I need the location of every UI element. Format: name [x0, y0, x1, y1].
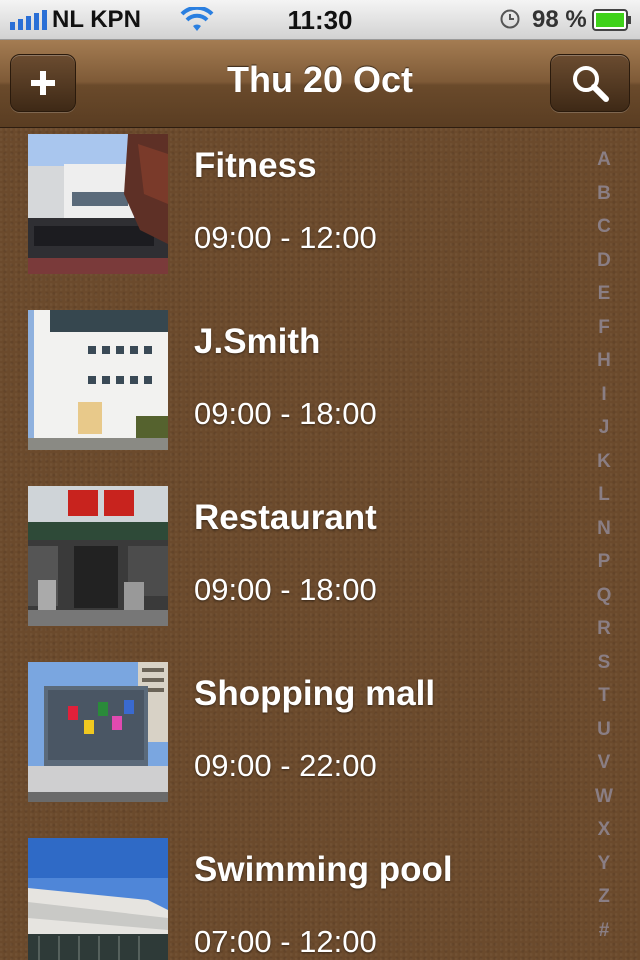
item-hours: 09:00 - 18:00 [194, 572, 377, 607]
item-hours: 07:00 - 12:00 [194, 924, 377, 959]
index-letter[interactable]: H [597, 351, 611, 370]
navigation-bar: Thu 20 Oct [0, 40, 640, 128]
item-title: Shopping mall [194, 674, 436, 713]
index-letter[interactable]: J [599, 418, 610, 437]
item-hours: 09:00 - 22:00 [194, 748, 377, 783]
index-letter[interactable]: U [597, 720, 611, 739]
location-list[interactable]: Fitness 09:00 - 12:00 J.Smith 09:00 - 18… [0, 128, 640, 960]
battery-icon [592, 9, 631, 31]
index-letter[interactable]: Q [597, 586, 612, 605]
index-letter[interactable]: Z [598, 887, 610, 906]
index-letter[interactable]: I [601, 385, 606, 404]
index-letter[interactable]: S [598, 653, 611, 672]
list-item-jsmith[interactable]: J.Smith 09:00 - 18:00 [0, 304, 580, 480]
index-letter[interactable]: D [597, 251, 611, 270]
shopping-mall-photo [28, 662, 168, 802]
index-letter[interactable]: V [598, 753, 611, 772]
index-letter[interactable]: R [597, 619, 611, 638]
section-index[interactable]: A B C D E F H I J K L N P Q R S T U V W X Y Z # [584, 150, 624, 940]
index-letter[interactable]: P [598, 552, 611, 571]
search-button[interactable] [550, 54, 630, 112]
item-title: Swimming pool [194, 850, 453, 889]
index-letter[interactable]: C [597, 217, 611, 236]
index-letter[interactable]: N [597, 519, 611, 538]
jsmith-photo [28, 310, 168, 450]
index-letter[interactable]: X [598, 820, 611, 839]
add-button[interactable] [10, 54, 76, 112]
index-letter[interactable]: # [599, 921, 610, 940]
plus-icon [31, 71, 55, 95]
index-letter[interactable]: F [598, 318, 610, 337]
battery-percentage: 98 % [532, 6, 587, 33]
index-letter[interactable]: E [598, 284, 611, 303]
item-title: J.Smith [194, 322, 321, 361]
item-hours: 09:00 - 18:00 [194, 396, 377, 431]
list-item-swimming-pool[interactable]: Swimming pool 07:00 - 12:00 [0, 832, 580, 960]
fitness-photo [28, 134, 168, 274]
item-hours: 09:00 - 12:00 [194, 220, 377, 255]
item-title: Fitness [194, 146, 317, 185]
magnifier-icon [573, 66, 609, 102]
index-letter[interactable]: A [597, 150, 611, 169]
index-letter[interactable]: K [597, 452, 611, 471]
list-item-restaurant[interactable]: Restaurant 09:00 - 18:00 [0, 480, 580, 656]
index-letter[interactable]: B [597, 184, 611, 203]
list-item-fitness[interactable]: Fitness 09:00 - 12:00 [0, 128, 580, 304]
swimming-pool-photo [28, 838, 168, 960]
page-title: Thu 20 Oct [226, 59, 414, 100]
list-item-shopping-mall[interactable]: Shopping mall 09:00 - 22:00 [0, 656, 580, 832]
status-bar: NL KPN 11:30 98 % [0, 0, 640, 40]
index-letter[interactable]: W [595, 787, 613, 806]
index-letter[interactable]: Y [598, 854, 611, 873]
restaurant-photo [28, 486, 168, 626]
item-title: Restaurant [194, 498, 377, 537]
index-letter[interactable]: L [598, 485, 610, 504]
alarm-clock-icon [500, 9, 520, 29]
index-letter[interactable]: T [598, 686, 610, 705]
